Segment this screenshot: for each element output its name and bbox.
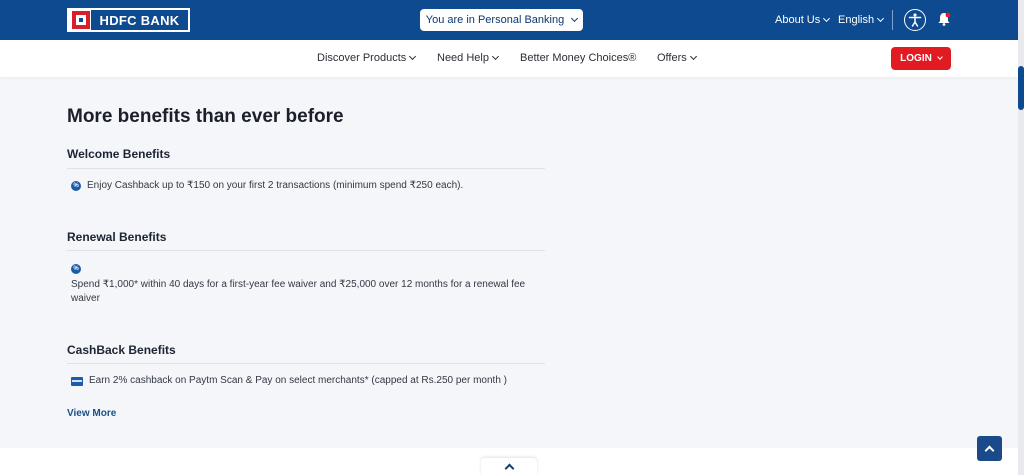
main-navigation: Discover Products Need Help Better Money…: [0, 40, 1018, 77]
nav-offers[interactable]: Offers: [657, 52, 697, 64]
nav-label: Offers: [657, 52, 687, 64]
section-divider: [67, 363, 545, 364]
renewal-benefit-icon-row: %: [71, 263, 81, 274]
section-divider: [67, 250, 545, 251]
expand-footer-button[interactable]: [481, 458, 537, 475]
notification-bell-icon[interactable]: [936, 11, 952, 27]
welcome-benefit-text: Enjoy Cashback up to ₹150 on your first …: [87, 180, 464, 191]
chevron-down-icon: [689, 52, 697, 61]
view-more-link[interactable]: View More: [67, 408, 116, 419]
about-us-label: About Us: [775, 14, 821, 26]
chevron-down-icon: [823, 14, 831, 23]
nav-need-help[interactable]: Need Help: [437, 52, 500, 64]
login-label: LOGIN: [900, 53, 932, 64]
top-header-bar: HDFC BANK You are in Personal Banking Ab…: [0, 0, 1018, 40]
login-button[interactable]: LOGIN: [891, 47, 951, 70]
nav-label: Need Help: [437, 52, 489, 64]
chevron-up-icon: [504, 463, 514, 474]
nav-discover-products[interactable]: Discover Products: [317, 52, 417, 64]
logo-text: HDFC BANK: [91, 10, 188, 30]
banking-segment-selector[interactable]: You are in Personal Banking: [420, 9, 583, 31]
nav-label: Better Money Choices®: [520, 52, 637, 64]
about-us-menu[interactable]: About Us: [775, 14, 831, 26]
cashback-benefit-item: Earn 2% cashback on Paytm Scan & Pay on …: [71, 375, 507, 386]
language-selector[interactable]: English: [838, 14, 885, 26]
welcome-benefits-heading: Welcome Benefits: [67, 147, 171, 161]
banking-segment-label: You are in Personal Banking: [425, 14, 565, 26]
scroll-to-top-button[interactable]: [977, 436, 1002, 461]
section-divider: [67, 168, 545, 169]
hdfc-logo[interactable]: HDFC BANK: [67, 8, 190, 32]
chevron-down-icon: [877, 14, 885, 23]
card-icon: [71, 377, 83, 386]
language-label: English: [838, 14, 875, 26]
chevron-up-icon: [984, 445, 995, 456]
cashback-benefits-heading: CashBack Benefits: [67, 343, 176, 357]
cashback-benefit-text: Earn 2% cashback on Paytm Scan & Pay on …: [89, 375, 507, 386]
scrollbar-thumb[interactable]: [1018, 66, 1024, 110]
percent-badge-icon: %: [71, 181, 81, 191]
chevron-down-icon: [936, 54, 943, 60]
header-divider: [892, 10, 893, 30]
nav-better-money-choices[interactable]: Better Money Choices®: [520, 52, 636, 64]
chevron-down-icon: [571, 14, 579, 23]
hdfc-logo-mark-icon: [72, 11, 90, 29]
renewal-benefit-text: Spend ₹1,000* within 40 days for a first…: [71, 279, 526, 304]
accessibility-icon[interactable]: [904, 9, 926, 31]
chevron-down-icon: [491, 52, 500, 61]
welcome-benefit-item: % Enjoy Cashback up to ₹150 on your firs…: [71, 180, 463, 191]
nav-label: Discover Products: [317, 52, 407, 64]
chevron-down-icon: [409, 52, 417, 61]
percent-badge-icon: %: [71, 264, 81, 274]
page-title: More benefits than ever before: [67, 106, 344, 127]
renewal-benefits-heading: Renewal Benefits: [67, 230, 167, 244]
